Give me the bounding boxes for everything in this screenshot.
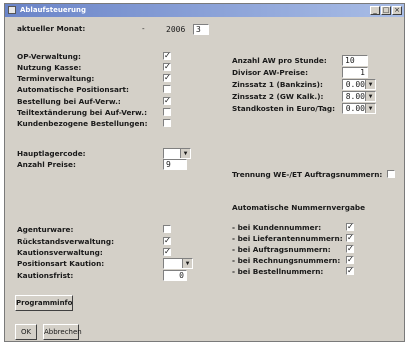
terminverwaltung-label: Terminverwaltung: xyxy=(17,74,95,83)
settings-window: Ablaufsteuerung _ □ × aktueller Monat: -… xyxy=(4,3,405,342)
lieferantennummern-checkbox[interactable] xyxy=(346,234,354,242)
chevron-down-icon: ▼ xyxy=(365,92,375,101)
ok-button[interactable]: OK xyxy=(15,324,37,340)
zins2-value: 8.00 xyxy=(345,92,365,101)
rechnungsnummern-label: - bei Rechnungsnummern: xyxy=(232,256,341,265)
divisor-field[interactable]: 1 xyxy=(342,67,368,78)
month-separator: - xyxy=(142,24,145,33)
chevron-down-icon: ▼ xyxy=(365,80,375,89)
kundenbezogene-label: Kundenbezogene Bestellungen: xyxy=(17,119,148,128)
standkosten-select[interactable]: 0.00 ▼ xyxy=(342,103,376,114)
year-field[interactable]: 2006 xyxy=(163,24,191,35)
agenturware-checkbox[interactable] xyxy=(163,225,171,233)
lieferantennummern-label: - bei Lieferantennummern: xyxy=(232,234,343,243)
zins1-value: 0.00 xyxy=(345,80,365,89)
title-bar: Ablaufsteuerung _ □ × xyxy=(5,4,404,17)
window-title: Ablaufsteuerung xyxy=(20,6,87,14)
anzahl-preise-field[interactable]: 9 xyxy=(163,159,187,170)
teiltextaenderung-checkbox[interactable] xyxy=(163,108,171,116)
divisor-label: Divisor AW-Preise: xyxy=(232,68,308,77)
trennung-label: Trennung WE-/ET Auftragsnummern: xyxy=(232,170,383,179)
bestellung-label: Bestellung bei Auf-Verw.: xyxy=(17,97,121,106)
rechnungsnummern-checkbox[interactable] xyxy=(346,256,354,264)
close-button[interactable]: × xyxy=(392,6,402,15)
auftragsnummern-label: - bei Auftragsnummern: xyxy=(232,245,331,254)
month-field[interactable]: 3 xyxy=(193,24,209,35)
standkosten-value: 0.00 xyxy=(345,104,365,113)
auto-nummern-header: Automatische Nummernvergabe xyxy=(232,203,366,212)
programminfo-button[interactable]: Programminfo xyxy=(15,295,73,311)
zins1-select[interactable]: 0.00 ▼ xyxy=(342,79,376,90)
nutzung-kasse-checkbox[interactable] xyxy=(163,63,171,71)
anzahl-aw-field[interactable]: 10 xyxy=(342,55,368,66)
positionsart-kaution-label: Positionsart Kaution: xyxy=(17,259,105,268)
chevron-down-icon: ▼ xyxy=(180,149,190,158)
anzahl-preise-label: Anzahl Preise: xyxy=(17,160,76,169)
kundennummer-label: - bei Kundennummer: xyxy=(232,223,322,232)
abbrechen-button[interactable]: Abbrechen xyxy=(43,324,82,340)
kautionsfrist-field[interactable]: 0 xyxy=(163,270,187,281)
bestellnummern-label: - bei Bestellnummern: xyxy=(232,267,324,276)
zins2-select[interactable]: 8.00 ▼ xyxy=(342,91,376,102)
maximize-button[interactable]: □ xyxy=(381,6,391,15)
kautionsfrist-label: Kautionsfrist: xyxy=(17,271,74,280)
zins1-label: Zinssatz 1 (Bankzins): xyxy=(232,80,323,89)
auto-positionsart-label: Automatische Positionsart: xyxy=(17,85,129,94)
kundenbezogene-checkbox[interactable] xyxy=(163,119,171,127)
minimize-button[interactable]: _ xyxy=(370,6,380,15)
bestellung-checkbox[interactable] xyxy=(163,97,171,105)
chevron-down-icon: ▼ xyxy=(182,259,192,268)
anzahl-aw-label: Anzahl AW pro Stunde: xyxy=(232,56,327,65)
op-verwaltung-label: OP-Verwaltung: xyxy=(17,52,81,61)
rueckstand-checkbox[interactable] xyxy=(163,237,171,245)
op-verwaltung-checkbox[interactable] xyxy=(163,52,171,60)
kundennummer-checkbox[interactable] xyxy=(346,223,354,231)
chevron-down-icon: ▼ xyxy=(365,104,375,113)
standkosten-label: Standkosten in Euro/Tag: xyxy=(232,104,336,113)
app-icon xyxy=(8,6,16,14)
kaution-label: Kautionsverwaltung: xyxy=(17,248,103,257)
terminverwaltung-checkbox[interactable] xyxy=(163,74,171,82)
trennung-checkbox[interactable] xyxy=(387,170,395,178)
zins2-label: Zinssatz 2 (GW Kalk.): xyxy=(232,92,324,101)
positionsart-kaution-select[interactable]: ▼ xyxy=(163,258,193,269)
hauptlager-select[interactable]: ▼ xyxy=(163,148,191,159)
auftragsnummern-checkbox[interactable] xyxy=(346,245,354,253)
rueckstand-label: Rückstandsverwaltung: xyxy=(17,237,114,246)
bestellnummern-checkbox[interactable] xyxy=(346,267,354,275)
teiltextaenderung-label: Teiltextänderung bei Auf-Verw.: xyxy=(17,108,147,117)
kaution-checkbox[interactable] xyxy=(163,248,171,256)
agenturware-label: Agenturware: xyxy=(17,225,74,234)
auto-positionsart-checkbox[interactable] xyxy=(163,85,171,93)
hauptlager-label: Hauptlagercode: xyxy=(17,149,86,158)
current-month-label: aktueller Monat: xyxy=(17,24,86,33)
nutzung-kasse-label: Nutzung Kasse: xyxy=(17,63,82,72)
